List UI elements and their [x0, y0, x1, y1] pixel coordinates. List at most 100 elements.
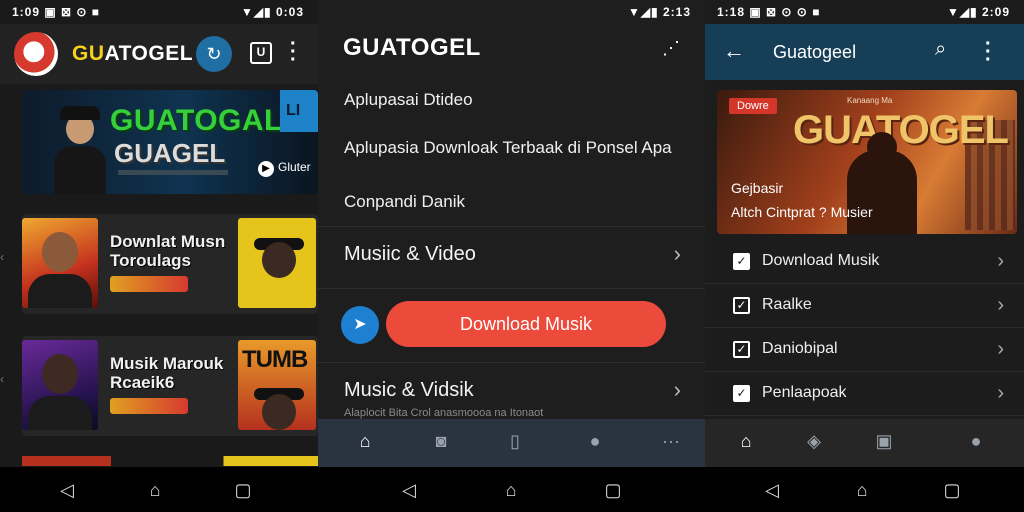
banner-brand: Kanaang Ma	[847, 96, 893, 105]
banner-action-label: Gluter	[278, 160, 311, 174]
chevron-right-icon: ›	[997, 250, 1004, 272]
chevron-right-icon: ›	[997, 294, 1004, 316]
item-title: Downlat Musn Toroulags	[110, 232, 226, 270]
home-icon[interactable]: ⌂	[500, 479, 522, 501]
app-bar-title: Guatogeel	[773, 42, 857, 62]
menu-row-subtitle: Alaplocit Bita Crol anasmoooa na Itonaot	[344, 407, 544, 419]
menu-row-label: Musiic & Video	[344, 243, 476, 265]
status-left: 1:18 ▣ ⊠ ⊙ ⊙ ■	[717, 5, 821, 19]
profile-tab-icon[interactable]: ●	[582, 431, 608, 455]
list-row-label: Download Musik	[762, 252, 880, 269]
profile-tab-icon[interactable]: ●	[963, 431, 989, 455]
back-icon[interactable]: ◁	[761, 479, 783, 501]
item-thumbnail	[22, 218, 98, 308]
list-item[interactable]: Downlat Musn Toroulags	[22, 214, 318, 314]
banner-title: GUATOGEL	[793, 108, 1009, 152]
status-right: ▼◢▮ 0:03	[240, 5, 304, 19]
app-title-accent: GU	[72, 42, 105, 65]
status-bar: 1:09 ▣ ⊠ ⊙ ■ ▼◢▮ 0:03	[0, 0, 318, 24]
thumbnail-text: TUMB	[242, 346, 308, 373]
app-title: GUATOGEL	[72, 42, 193, 66]
checkbox-checked-icon[interactable]: ✓	[733, 253, 750, 270]
home-tab-icon[interactable]: ⌂	[733, 431, 759, 455]
bottom-tab-bar: ⌂ ◙ ▯ ● ···	[318, 419, 705, 467]
status-left: 1:09 ▣ ⊠ ⊙ ■	[12, 5, 101, 19]
chevron-right-icon: ›	[673, 377, 681, 402]
app-bar: ← Guatogeel ⌕ · · ·	[705, 24, 1024, 80]
banner-action-button[interactable]: ▶ Gluter	[258, 160, 311, 177]
app-logo-icon	[14, 32, 58, 76]
menu-text-line[interactable]: Aplupasia Downloak Terbaak di Ponsel Apa	[344, 138, 672, 158]
back-icon[interactable]: ◁	[56, 479, 78, 501]
item-thumbnail	[22, 340, 98, 430]
screen-menu: ▼◢▮ 2:13 GUATOGEL ⋰ Aplupasai Dtideo Apl…	[318, 0, 705, 512]
list-row-label: Daniobipal	[762, 340, 838, 357]
arrow-left-icon[interactable]: ←	[723, 38, 745, 64]
screen-detail: 1:18 ▣ ⊠ ⊙ ⊙ ■ ▼◢▮ 2:09 ← Guatogeel ⌕ · ·…	[705, 0, 1024, 512]
refresh-icon[interactable]: ↻	[196, 36, 232, 72]
page-title: GUATOGEL	[343, 34, 481, 61]
recents-icon[interactable]: ▢	[941, 479, 963, 501]
chevron-right-icon: ›	[997, 338, 1004, 360]
divider	[318, 288, 705, 289]
home-icon[interactable]: ⌂	[851, 479, 873, 501]
status-bar: ▼◢▮ 2:13	[318, 0, 705, 24]
recents-icon[interactable]: ▢	[602, 479, 624, 501]
banner-title: GUATOGAL	[110, 104, 283, 137]
library-icon[interactable]: U	[250, 42, 272, 64]
recents-icon[interactable]: ▢	[232, 479, 254, 501]
featured-banner[interactable]: Dowre Kanaang Ma GUATOGEL Gejbasir Altch…	[717, 90, 1017, 234]
checkbox-checked-icon[interactable]: ✓	[733, 385, 750, 402]
system-nav-bar: ◁ ⌂ ▢	[705, 467, 1024, 512]
shield-tab-icon[interactable]: ◈	[801, 431, 827, 455]
list-row[interactable]: ✓ Daniobipal ›	[705, 328, 1024, 372]
menu-text-line[interactable]: Conpandi Danik	[344, 192, 465, 212]
home-icon[interactable]: ⌂	[144, 479, 166, 501]
more-options-icon[interactable]: · · ·	[985, 34, 992, 70]
list-row[interactable]: ✓ Download Musik ›	[705, 240, 1024, 284]
devices-tab-icon[interactable]: ▯	[502, 431, 528, 455]
banner-figure	[847, 150, 917, 234]
list-item[interactable]: Musik Marouk Rcaeik6 TUMB	[22, 336, 318, 436]
checkbox-icon[interactable]: ✓	[733, 341, 750, 358]
banner-caption-bar	[118, 170, 228, 175]
item-tag	[110, 276, 188, 292]
app-header: GUATOGEL ↻ U · · ·	[0, 24, 318, 84]
search-icon[interactable]: ⌕	[935, 38, 946, 61]
banner-subtitle: GUAGEL	[114, 138, 226, 168]
edge-arrow-icon: ‹	[0, 250, 4, 264]
banner-artist-image	[52, 104, 108, 194]
list-row-label: Penlaapoak	[762, 384, 847, 401]
share-icon[interactable]: ⋰	[662, 38, 680, 59]
app-title-rest: ATOGEL	[104, 42, 194, 65]
more-tab-icon[interactable]: ···	[658, 431, 684, 455]
menu-row-label: Music & Vidsik	[344, 379, 474, 401]
edge-arrow-icon: ‹	[0, 372, 4, 386]
system-nav-bar: ◁ ⌂ ▢	[318, 467, 705, 512]
screen-home: 1:09 ▣ ⊠ ⊙ ■ ▼◢▮ 0:03 GUATOGEL ↻ U · · · G…	[0, 0, 318, 512]
list-row[interactable]: ✓ Penlaapoak ›	[705, 372, 1024, 416]
banner-badge: Dowre	[729, 98, 777, 114]
banner-caption: Altch Cintprat ? Musier	[731, 204, 873, 220]
next-item-peek	[22, 456, 318, 466]
list-row[interactable]: ✓ Raalke ›	[705, 284, 1024, 328]
item-thumbnail-secondary: TUMB	[238, 340, 316, 430]
menu-text-line[interactable]: Aplupasai Dtideo	[344, 90, 473, 110]
item-tag	[110, 398, 188, 414]
system-nav-bar: ◁ ⌂ ▢	[0, 467, 318, 512]
download-music-button[interactable]: Download Musik	[386, 301, 666, 347]
back-icon[interactable]: ◁	[398, 479, 420, 501]
banner-blue-tile: LI	[280, 90, 318, 132]
status-right: ▼◢▮ 2:09	[946, 5, 1010, 19]
navigation-arrow-icon[interactable]: ➤	[341, 306, 379, 344]
featured-banner[interactable]: GUATOGAL GUAGEL LI ▶ Gluter	[22, 90, 318, 194]
menu-row-music-video[interactable]: Musiic & Video ›	[318, 226, 705, 282]
banner-caption: Gejbasir	[731, 180, 784, 196]
list-row-label: Raalke	[762, 296, 812, 313]
item-thumbnail-secondary	[238, 218, 316, 308]
checkbox-icon[interactable]: ✓	[733, 297, 750, 314]
activity-tab-icon[interactable]: ▣	[871, 431, 897, 455]
camera-tab-icon[interactable]: ◙	[428, 431, 454, 455]
more-options-icon[interactable]: · · ·	[290, 34, 297, 70]
home-tab-icon[interactable]: ⌂	[352, 431, 378, 455]
